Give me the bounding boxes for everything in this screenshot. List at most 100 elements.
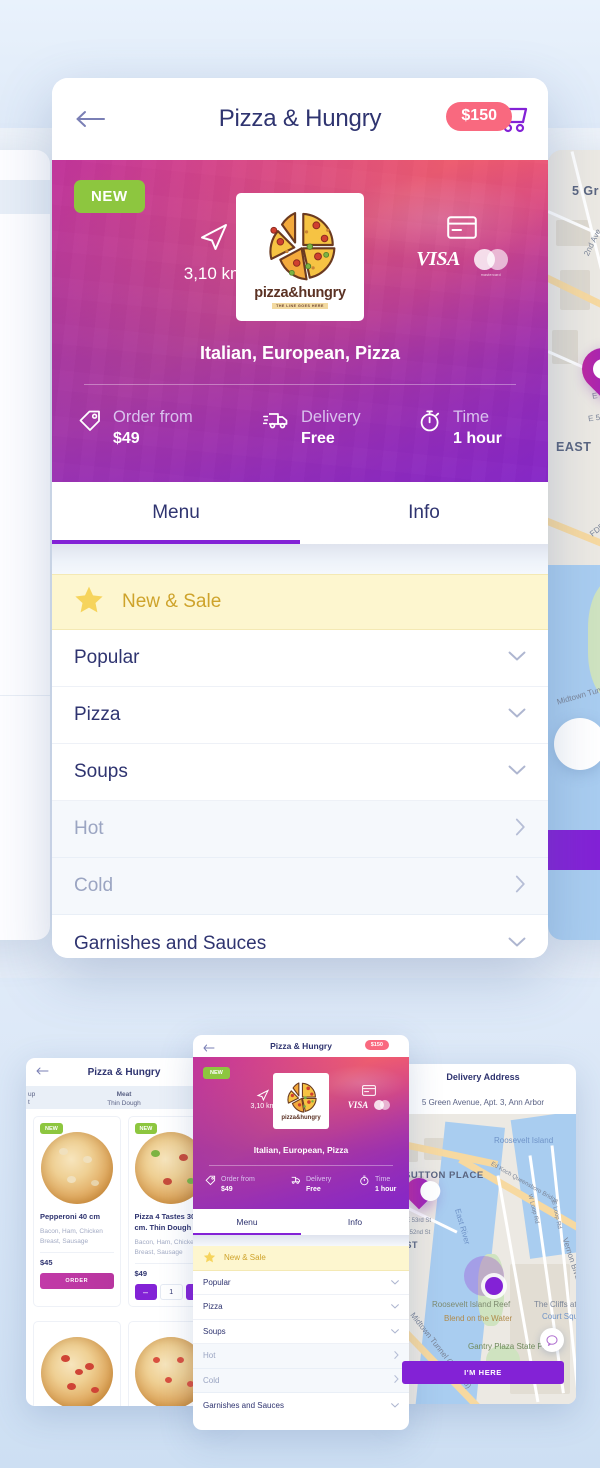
- map-label-roosevelt-reef: Roosevelt Island Reef: [432, 1300, 511, 1309]
- bg-divider: [0, 695, 50, 696]
- chevron-down-icon: [508, 706, 526, 724]
- menu-row-label: Popular: [74, 647, 140, 668]
- logo-name: pizza&hungry: [254, 285, 346, 301]
- payment-methods: VISA mastercard: [402, 216, 522, 277]
- restaurant-detail-screen: Pizza & Hungry $150 NEW 3,10 km pizza&hu…: [52, 78, 548, 958]
- menu-row-soups[interactable]: Soups: [193, 1320, 409, 1344]
- hero-divider: [84, 384, 516, 385]
- quantity-value: 1: [159, 1284, 183, 1300]
- chevron-down-icon: [391, 1401, 399, 1410]
- menu-row-pizza[interactable]: Pizza: [52, 687, 548, 744]
- menu-row-garnishes-and-sauces[interactable]: Garnishes and Sauces: [193, 1393, 409, 1418]
- product-card[interactable]: Pizza 4 Tastes 30 cm. Thin Dough: [33, 1321, 121, 1406]
- showcase-mid-topbar: Pizza & Hungry $150: [193, 1035, 409, 1057]
- meta-order-value: $49: [221, 1186, 233, 1193]
- im-here-button[interactable]: I'M HERE: [402, 1361, 564, 1384]
- menu-row-label: Soups: [203, 1326, 226, 1336]
- map-label-roosevelt-island: Roosevelt Island: [494, 1136, 554, 1145]
- tab-menu[interactable]: Menu: [193, 1209, 301, 1235]
- menu-row-garnishes-and-sauces[interactable]: Garnishes and Sauces: [52, 915, 548, 958]
- showcase-mid-tabs: Menu Info: [193, 1209, 409, 1235]
- back-button[interactable]: [74, 102, 108, 136]
- product-image: [40, 1132, 113, 1204]
- menu-row-label: Cold: [203, 1375, 220, 1385]
- price-tag-icon: [78, 409, 102, 438]
- star-icon: [74, 585, 104, 619]
- showcase-mockups: Pizza & Hungry up t Meat Thin Dough NEW …: [0, 1020, 600, 1440]
- chevron-down-icon: [391, 1327, 399, 1336]
- meta-order-from: Order from $49: [205, 1175, 289, 1193]
- meta-time-label: Time: [453, 408, 490, 426]
- meta-delivery: Delivery Free: [289, 1175, 359, 1193]
- arrow-left-icon: [36, 1067, 49, 1078]
- meta-time-label: Time: [375, 1176, 391, 1183]
- tab-info[interactable]: Info: [301, 1209, 409, 1235]
- chevron-down-icon: [391, 1302, 399, 1311]
- menu-row-hot[interactable]: Hot: [193, 1344, 409, 1369]
- menu-row-cold[interactable]: Cold: [193, 1368, 409, 1393]
- menu-row-soups[interactable]: Soups: [52, 744, 548, 801]
- pizza-slices-logo: [269, 212, 336, 281]
- logo-tagline: THE LINE GOES HERE: [272, 303, 328, 309]
- chevron-down-icon: [508, 935, 526, 953]
- menu-row-hot[interactable]: Hot: [52, 801, 548, 858]
- decrement-button[interactable]: –: [134, 1284, 157, 1300]
- meta-delivery: Delivery Free: [262, 407, 418, 448]
- chevron-right-icon: [394, 1350, 399, 1361]
- new-badge: NEW: [203, 1067, 230, 1079]
- new-badge: NEW: [40, 1123, 63, 1134]
- stopwatch-icon: [360, 1175, 369, 1186]
- tab-info[interactable]: Info: [300, 482, 548, 544]
- meta-delivery-value: Free: [306, 1186, 321, 1193]
- map-label-court-square: Court Square: [542, 1312, 576, 1321]
- top-bar: Pizza & Hungry $150: [52, 78, 548, 160]
- mastercard-label: mastercard: [480, 273, 501, 277]
- cuisine-types: Italian, European, Pizza: [199, 343, 401, 363]
- meta-time-value: 1 hour: [453, 430, 502, 447]
- detail-tabs: Menu Info: [52, 482, 548, 544]
- menu-row-cold[interactable]: Cold: [52, 858, 548, 915]
- menu-row-new-and-sale[interactable]: New & Sale: [52, 574, 548, 630]
- new-badge: NEW: [134, 1123, 158, 1134]
- restaurant-meta-row: Order from $49 Delivery Free Time 1 hour: [205, 1175, 397, 1193]
- stopwatch-icon: [418, 409, 442, 438]
- delivery-map[interactable]: SUTTON PLACE EAST Roosevelt Island East …: [390, 1114, 576, 1404]
- menu-row-pizza[interactable]: Pizza: [193, 1295, 409, 1320]
- chevron-down-icon: [508, 649, 526, 667]
- product-title: Pepperoni 40 cm: [40, 1212, 101, 1221]
- chevron-right-icon: [515, 875, 526, 898]
- arrow-left-icon: [203, 1044, 215, 1054]
- list-top-gap: [52, 544, 548, 574]
- chat-bubble-icon[interactable]: [540, 1328, 564, 1352]
- product-image: [40, 1337, 113, 1406]
- tab-active-underline: [52, 540, 300, 544]
- new-badge: NEW: [74, 180, 145, 213]
- cart-total-badge: $150: [364, 1040, 389, 1050]
- pizza-slices-logo: [287, 1082, 317, 1113]
- showcase-right-title: Delivery Address: [446, 1072, 520, 1082]
- product-price: $45: [40, 1258, 53, 1267]
- tab-menu[interactable]: Menu: [52, 482, 300, 544]
- credit-card-icon: [362, 1085, 376, 1096]
- restaurant-logo: pizza&hungry THE LINE GOES HERE: [236, 193, 364, 321]
- product-ingredients: Bacon, Ham, Chicken Breast, Sausage: [40, 1228, 103, 1245]
- product-card[interactable]: NEW Pepperoni 40 cm Bacon, Ham, Chicken …: [33, 1116, 121, 1307]
- cart-button[interactable]: $150: [446, 98, 528, 141]
- map-label-e53: E 53rd St: [406, 1218, 432, 1224]
- meta-time: Time 1 hour: [359, 1175, 396, 1193]
- arrow-left-icon: [76, 111, 105, 127]
- menu-row-popular[interactable]: Popular: [52, 630, 548, 687]
- visa-logo: VISA: [416, 248, 460, 270]
- logo-name: pizza&hungry: [281, 1115, 321, 1121]
- menu-row-popular[interactable]: Popular: [193, 1271, 409, 1295]
- order-button[interactable]: ORDER: [40, 1273, 114, 1289]
- menu-row-label: Garnishes and Sauces: [203, 1400, 284, 1410]
- menu-row-new-and-sale[interactable]: New & Sale: [193, 1246, 409, 1271]
- bg-map-label-east: EAST: [556, 440, 592, 454]
- delivery-truck-icon: [291, 1176, 300, 1184]
- bg-map-fab: [554, 718, 600, 770]
- meta-order-label: Order from: [221, 1176, 255, 1183]
- menu-row-label: Garnishes and Sauces: [74, 932, 267, 954]
- navigation-arrow-icon: [201, 224, 227, 250]
- chevron-down-icon: [391, 1278, 399, 1287]
